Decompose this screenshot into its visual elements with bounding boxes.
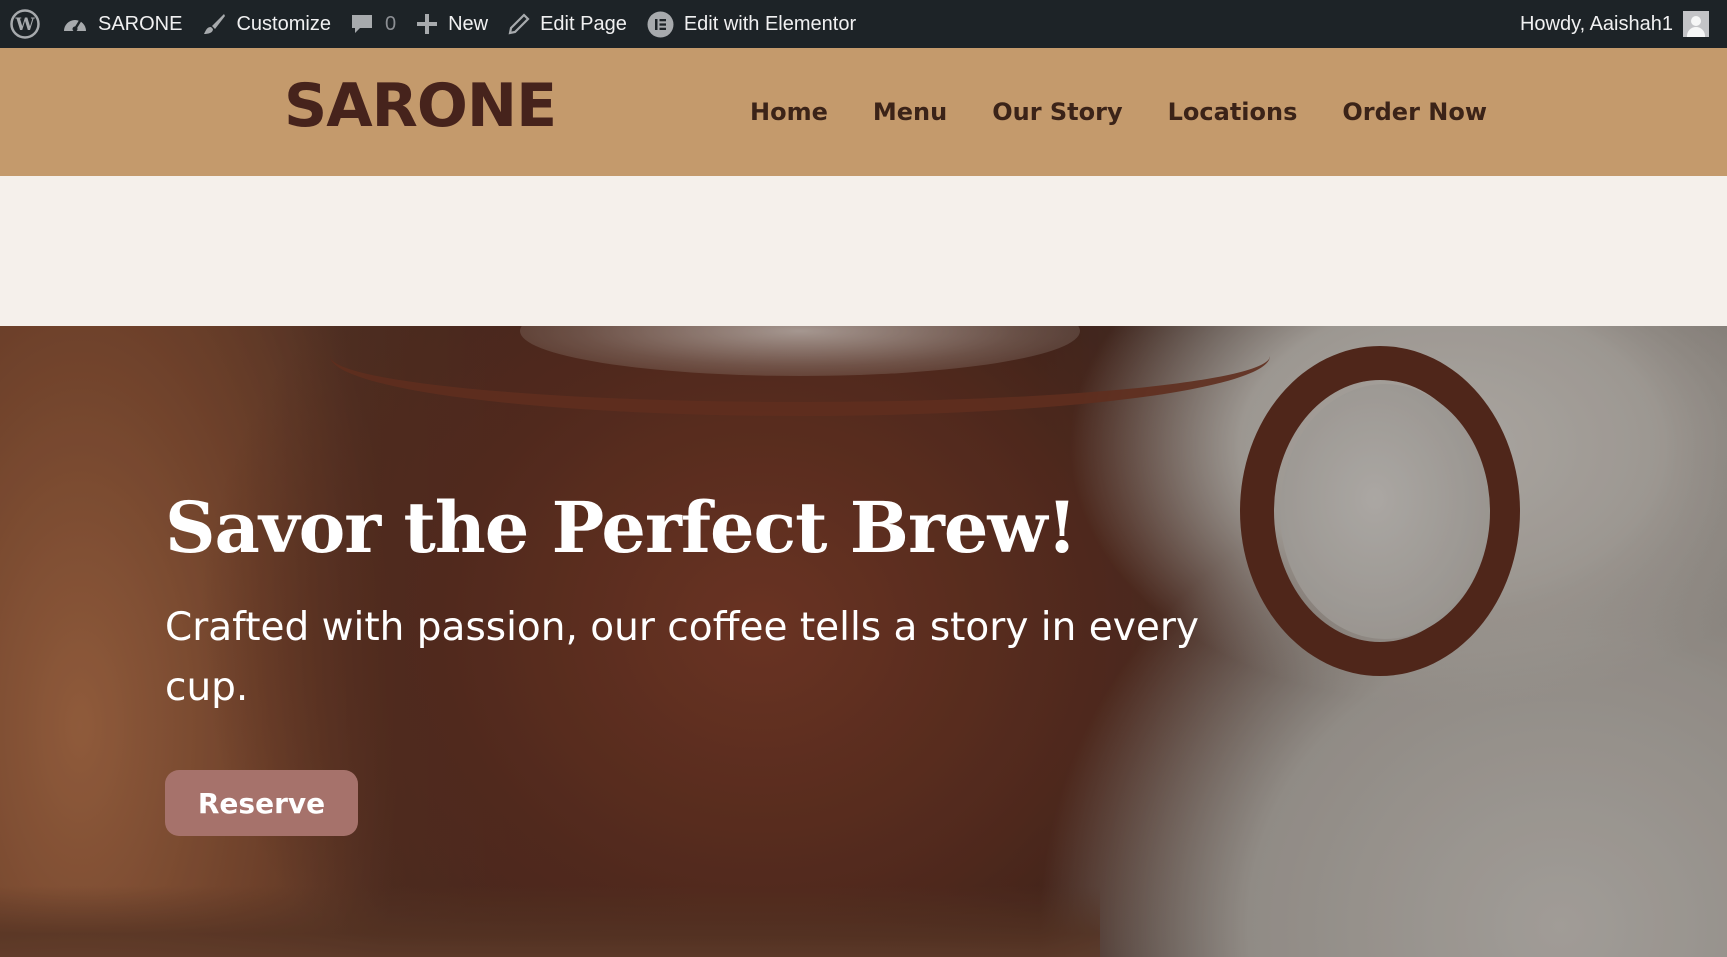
- wordpress-menu[interactable]: W: [0, 0, 52, 48]
- spacer-section: [0, 176, 1727, 326]
- edit-page-label: Edit Page: [540, 12, 627, 35]
- edit-page-link[interactable]: Edit Page: [498, 0, 637, 48]
- avatar: [1683, 11, 1709, 37]
- account-menu[interactable]: Howdy, Aaishah1: [1510, 0, 1727, 48]
- new-content-menu[interactable]: New: [406, 0, 498, 48]
- edit-elementor-label: Edit with Elementor: [683, 12, 857, 35]
- admin-bar-left: W SARONE Customize 0 New Edit Page Edit …: [0, 0, 866, 48]
- paintbrush-icon: [204, 14, 226, 34]
- reserve-button[interactable]: Reserve: [165, 770, 358, 836]
- site-logo[interactable]: SARONE: [284, 76, 557, 136]
- nav-order-now[interactable]: Order Now: [1342, 98, 1487, 126]
- hero-section: Savor the Perfect Brew! Crafted with pas…: [0, 326, 1727, 957]
- hero-subtitle: Crafted with passion, our coffee tells a…: [165, 605, 1199, 710]
- nav-locations[interactable]: Locations: [1168, 98, 1298, 126]
- wordpress-icon: W: [10, 9, 40, 39]
- customize-label: Customize: [236, 12, 331, 35]
- comments-link[interactable]: 0: [341, 0, 406, 48]
- hero-title: Savor the Perfect Brew!: [165, 486, 1077, 569]
- admin-bar-right: Howdy, Aaishah1: [1510, 0, 1727, 48]
- comments-count: 0: [384, 12, 397, 35]
- site-name-label: SARONE: [98, 12, 183, 35]
- admin-bar: W SARONE Customize 0 New Edit Page Edit …: [0, 0, 1727, 48]
- dashboard-icon: [64, 20, 86, 32]
- nav-home[interactable]: Home: [750, 98, 828, 126]
- nav-menu[interactable]: Menu: [873, 98, 947, 126]
- new-label: New: [448, 12, 489, 35]
- pencil-icon: [508, 13, 530, 35]
- comment-icon: [351, 15, 372, 33]
- plus-icon: [417, 14, 438, 34]
- site-header: SARONE Home Menu Our Story Locations Ord…: [0, 48, 1727, 176]
- site-name-menu[interactable]: SARONE: [52, 0, 192, 48]
- elementor-icon: [647, 11, 674, 37]
- nav-our-story[interactable]: Our Story: [992, 98, 1122, 126]
- howdy-label: Howdy, Aaishah1: [1519, 12, 1673, 35]
- svg-text:W: W: [14, 15, 35, 35]
- edit-elementor-link[interactable]: Edit with Elementor: [637, 0, 866, 48]
- main-nav: Home Menu Our Story Locations Order Now: [750, 48, 1487, 176]
- customize-link[interactable]: Customize: [192, 0, 340, 48]
